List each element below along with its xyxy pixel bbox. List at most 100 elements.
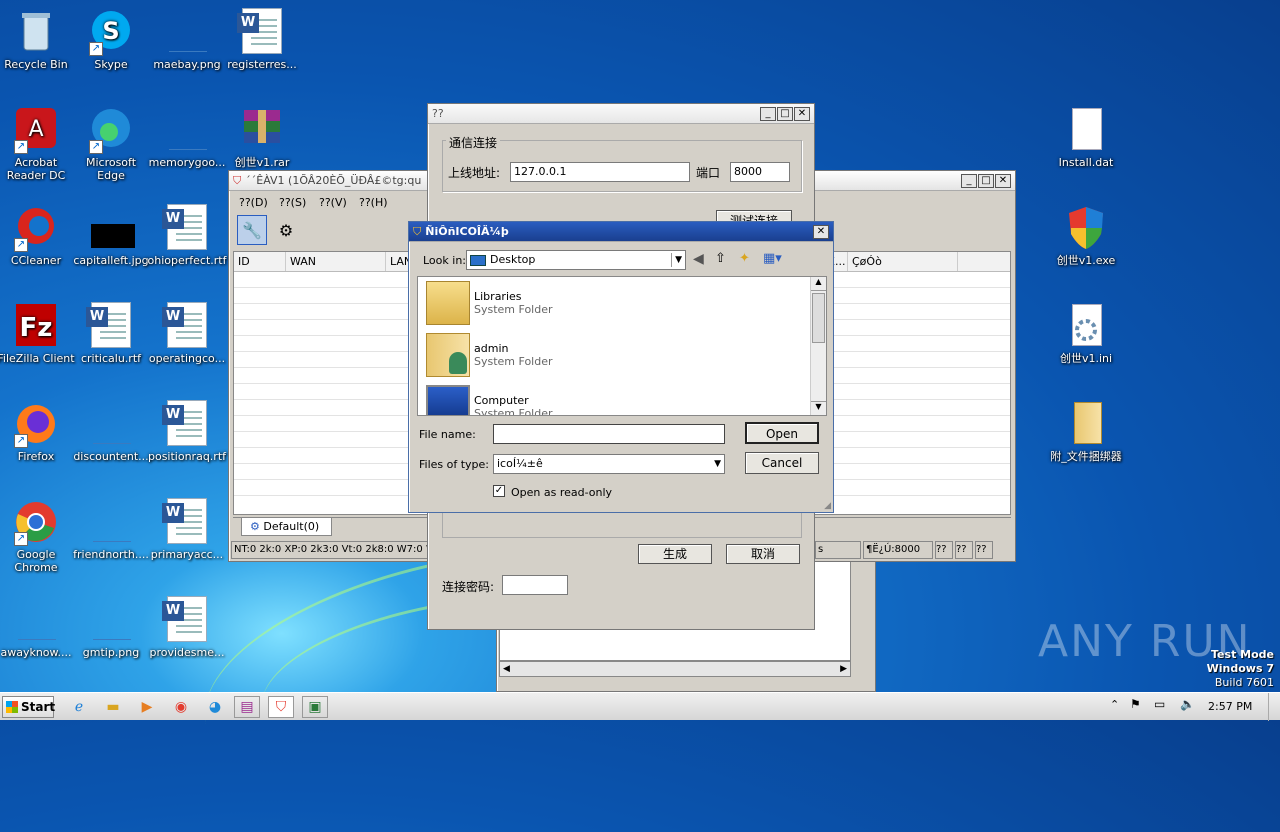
maximize-button[interactable]: □ [777,106,793,121]
app-taskbar-icon[interactable]: ⛉ [268,696,294,718]
address-input[interactable]: 127.0.0.1 [510,162,690,182]
menu-item[interactable]: ??(S) [279,196,319,209]
cancel-button[interactable]: Cancel [745,452,819,474]
desktop-icon-positionraq[interactable]: W positionraq.rtf [147,400,227,463]
status-segment: s [815,541,861,559]
up-folder-icon[interactable]: ⇧ [715,251,726,266]
password-label: 连接密码: [442,580,495,594]
minimize-button[interactable]: _ [961,173,977,188]
build-line: Build 7601 [1214,676,1274,689]
chrome-taskbar-icon[interactable]: ◉ [168,696,194,718]
desktop-icon-providesme[interactable]: W providesme... [147,596,227,659]
desktop-icon-criticalu[interactable]: W criticalu.rtf [71,302,151,365]
desktop-icon-primaryacc[interactable]: W primaryacc... [147,498,227,561]
desktop-icon-folder-bundler[interactable]: 附_文件捆绑器 [1046,400,1126,463]
look-in-select[interactable]: Desktop ▼ [466,250,686,270]
file-list-vscroll[interactable]: ▲ ▼ [810,277,826,415]
desktop-icon-ini[interactable]: 创世v1.ini [1046,302,1126,365]
show-desktop-button[interactable] [1268,693,1280,721]
column-header-id[interactable]: ID [234,252,286,271]
back-icon[interactable]: ◀ [693,251,704,267]
column-header-region[interactable]: ÇøÓò [848,252,958,271]
password-input[interactable] [502,575,568,595]
desktop-icon-install-dat[interactable]: Install.dat [1046,106,1126,169]
scroll-thumb[interactable] [812,293,825,343]
show-hidden-icon[interactable]: ⌃ [1110,698,1119,711]
column-header-wan[interactable]: WAN [286,252,386,271]
edge-icon: ↗ [87,106,135,154]
desktop-icon-gmtip[interactable]: gmtip.png [71,596,151,659]
scroll-left-icon[interactable]: ◀ [503,662,510,676]
acrobat-icon: A ↗ [12,106,60,154]
background-hscroll[interactable]: ◀ ▶ [499,661,851,677]
word-doc-icon: W [162,498,211,546]
open-button[interactable]: Open [745,422,819,444]
start-button[interactable]: Start [2,696,55,718]
main-window-title: ´´ÊÀV1 (1ÕÂ20ÈÕ_ÜÐÂ£©tg:qu [245,174,422,187]
desktop-icon-rar[interactable]: 创世v1.rar [222,106,302,169]
desktop-icon-acrobat[interactable]: A ↗ Acrobat Reader DC [0,106,76,182]
minimize-button[interactable]: _ [760,106,776,121]
view-menu-icon[interactable]: ▦▾ [763,251,782,266]
chevron-down-icon[interactable]: ▼ [714,457,721,471]
file-name-input[interactable] [493,424,725,444]
shield-exe-icon [1062,204,1110,252]
close-button[interactable]: ✕ [794,106,810,121]
desktop-icon-recycle-bin[interactable]: Recycle Bin [0,8,76,71]
desktop-icon-chrome[interactable]: ↗ Google Chrome [0,498,76,574]
list-item[interactable]: admin System Folder [418,329,826,381]
generate-button[interactable]: 生成 [638,544,712,564]
desktop-icon-ohioperfect[interactable]: W ohioperfect.rtf [147,204,227,267]
edge-taskbar-icon[interactable]: ◕ [202,696,228,718]
chevron-down-icon[interactable]: ▼ [671,253,682,267]
clock[interactable]: 2:57 PM [1208,700,1252,713]
port-input[interactable]: 8000 [730,162,790,182]
close-button[interactable]: ✕ [995,173,1011,188]
menu-item[interactable]: ??(H) [359,196,399,209]
network-icon[interactable]: ▭ [1154,697,1165,711]
volume-icon[interactable]: 🔈 [1180,697,1195,711]
list-item[interactable]: Libraries System Folder [418,277,826,329]
explorer-icon[interactable]: ▬ [100,696,126,718]
menu-item[interactable]: ??(D) [239,196,279,209]
desktop-icon-skype[interactable]: S ↗ Skype [71,8,151,71]
desktop-icon-firefox[interactable]: ↗ Firefox [0,400,76,463]
resize-grip-icon[interactable]: ◢ [824,501,831,511]
image-file-icon [163,106,211,154]
build-tool-icon[interactable]: ⚙ [271,215,301,245]
menu-item[interactable]: ??(V) [319,196,359,209]
config-dialog-titlebar[interactable]: ?? _ □ ✕ [428,104,814,124]
new-folder-icon[interactable]: ✦ [739,251,750,266]
desktop-icon-operatingco[interactable]: W operatingco... [147,302,227,365]
desktop-icon-registerres[interactable]: W registerres... [222,8,302,71]
group-icon: ⚙ [250,520,260,533]
media-player-icon[interactable]: ▶ [134,696,160,718]
scroll-right-icon[interactable]: ▶ [840,662,847,676]
maximize-button[interactable]: □ [978,173,994,188]
list-item[interactable]: Computer System Folder [418,381,826,415]
winrar-taskbar-icon[interactable]: ▤ [234,696,260,718]
ie-icon[interactable]: ℯ [66,696,92,718]
group-tab-default[interactable]: ⚙ Default(0) [241,518,333,536]
cancel-build-button[interactable]: 取消 [726,544,800,564]
scroll-up-icon[interactable]: ▲ [811,277,826,291]
image-file-icon [12,596,60,644]
desktop-icon-exe[interactable]: 创世v1.exe [1046,204,1126,267]
desktop-icon-memorygoo[interactable]: memorygoo... [147,106,227,169]
close-button[interactable]: ✕ [813,224,829,239]
scroll-down-icon[interactable]: ▼ [811,401,826,415]
desktop-icon-capitalleft[interactable]: capitalleft.jpg [71,204,151,267]
desktop-icon-discountent[interactable]: discountent... [71,400,151,463]
settings-tool-icon[interactable]: 🔧 [237,215,267,245]
desktop-icon-filezilla[interactable]: Fz FileZilla Client [0,302,76,365]
app2-taskbar-icon[interactable]: ▣ [302,696,328,718]
desktop-icon-maebay[interactable]: maebay.png [147,8,227,71]
desktop-icon-edge[interactable]: ↗ Microsoft Edge [71,106,151,182]
file-type-select[interactable]: icoÍ¼±ê ▼ [493,454,725,474]
desktop-icon-friendnorth[interactable]: friendnorth.... [71,498,151,561]
desktop-icon-ccleaner[interactable]: ↗ CCleaner [0,204,76,267]
file-dialog-titlebar[interactable]: ⛉ ÑiÔñICOÎÄ¼þ ✕ [409,222,833,242]
desktop-icon-awayknow[interactable]: awayknow.... [0,596,76,659]
action-center-icon[interactable]: ⚑ [1130,697,1141,711]
readonly-checkbox[interactable]: ✓ [493,485,505,497]
